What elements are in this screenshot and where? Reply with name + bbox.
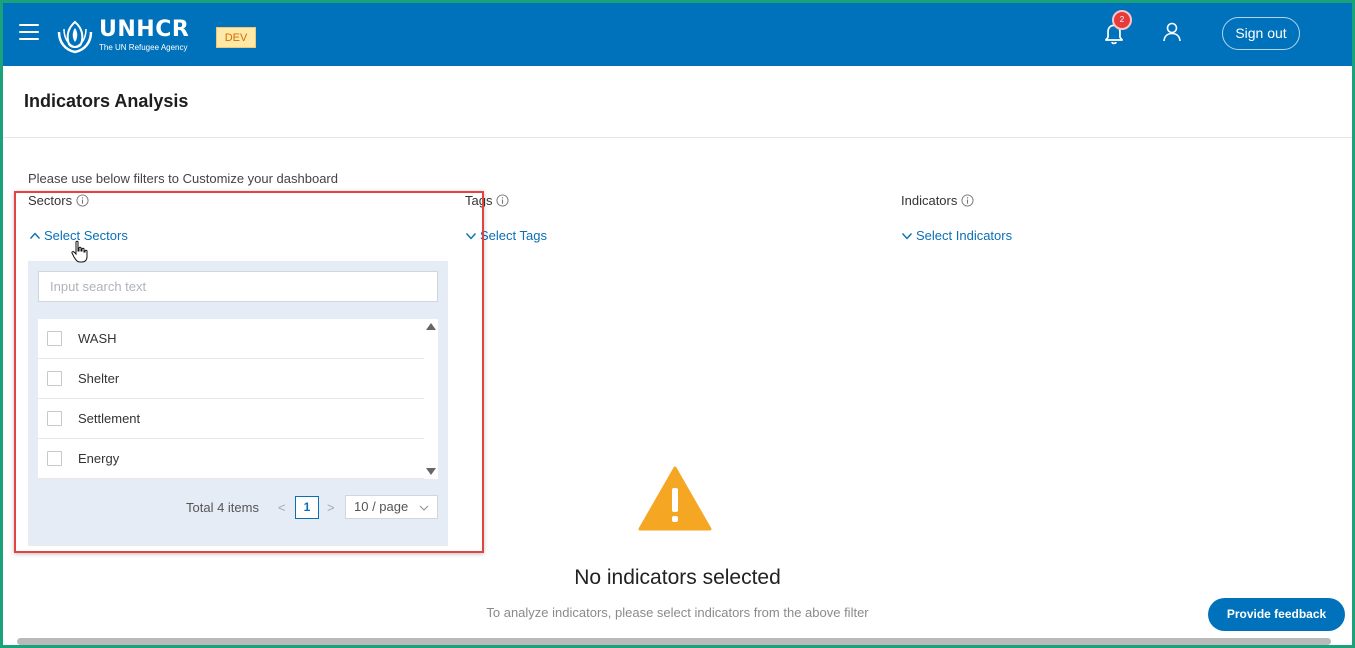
warning-icon (638, 466, 712, 531)
logo-subtitle: The UN Refugee Agency (99, 43, 188, 52)
page-number-button[interactable]: 1 (295, 496, 319, 519)
unhcr-logo-icon (57, 20, 93, 54)
sectors-label-text: Sectors (28, 193, 73, 208)
filter-hint: Please use below filters to Customize yo… (28, 171, 338, 186)
chevron-down-icon (465, 232, 477, 240)
sectors-dropdown-panel: WASH Shelter Settlement Energy Total 4 i… (28, 261, 448, 546)
select-indicators-toggle[interactable]: Select Indicators (901, 228, 1012, 243)
indicators-label: Indicators (901, 193, 974, 208)
select-tags-toggle[interactable]: Select Tags (465, 228, 547, 243)
chevron-down-icon (901, 232, 913, 240)
notification-count-badge: 2 (1112, 10, 1132, 30)
list-item-label: WASH (78, 331, 117, 346)
hamburger-icon[interactable] (19, 24, 39, 40)
horizontal-scrollbar[interactable] (17, 638, 1331, 645)
next-page-icon[interactable]: > (327, 500, 335, 515)
pagination: Total 4 items < 1 > 10 / page (28, 495, 448, 519)
select-indicators-label: Select Indicators (916, 228, 1013, 243)
chevron-down-icon (419, 505, 429, 511)
title-divider (3, 137, 1352, 138)
page-size-select[interactable]: 10 / page (345, 495, 438, 519)
tags-label: Tags (465, 193, 510, 208)
list-item[interactable]: Shelter (38, 359, 424, 399)
info-icon[interactable] (76, 194, 89, 207)
total-items: Total 4 items (186, 500, 259, 515)
select-tags-label: Select Tags (480, 228, 547, 243)
page-size-value: 10 / page (354, 499, 409, 514)
sign-out-button[interactable]: Sign out (1222, 17, 1300, 50)
info-icon[interactable] (961, 194, 974, 207)
sectors-label: Sectors (28, 193, 89, 208)
provide-feedback-button[interactable]: Provide feedback (1208, 598, 1345, 631)
checkbox[interactable] (47, 371, 62, 386)
list-item-label: Energy (78, 451, 120, 466)
list-item-label: Shelter (78, 371, 120, 386)
sectors-list[interactable]: WASH Shelter Settlement Energy (38, 319, 438, 479)
list-item[interactable]: Settlement (38, 399, 424, 439)
list-item[interactable]: Energy (38, 439, 424, 479)
unhcr-logo[interactable]: UNHCR The UN Refugee Agency (55, 18, 189, 56)
scroll-up-arrow-icon[interactable] (426, 323, 436, 330)
info-icon[interactable] (496, 194, 510, 207)
environment-badge: DEV (216, 27, 256, 48)
empty-state-title: No indicators selected (574, 566, 781, 589)
hand-cursor-icon (71, 240, 88, 263)
checkbox[interactable] (47, 451, 62, 466)
indicators-label-text: Indicators (901, 193, 958, 208)
checkbox[interactable] (47, 411, 62, 426)
prev-page-icon[interactable]: < (278, 500, 286, 515)
page-title: Indicators Analysis (24, 91, 189, 111)
checkbox[interactable] (47, 331, 62, 346)
sectors-search-input[interactable] (38, 271, 438, 302)
logo-name: UNHCR (99, 17, 190, 42)
list-item-label: Settlement (78, 411, 141, 426)
empty-state-subtitle: To analyze indicators, please select ind… (486, 605, 869, 620)
scroll-down-arrow-icon[interactable] (426, 468, 436, 475)
user-icon[interactable] (1160, 20, 1184, 44)
chevron-up-icon (29, 231, 41, 239)
list-item[interactable]: WASH (38, 319, 424, 359)
tags-label-text: Tags (465, 193, 493, 208)
top-bar: UNHCR The UN Refugee Agency DEV 2 Sign o… (3, 3, 1352, 66)
